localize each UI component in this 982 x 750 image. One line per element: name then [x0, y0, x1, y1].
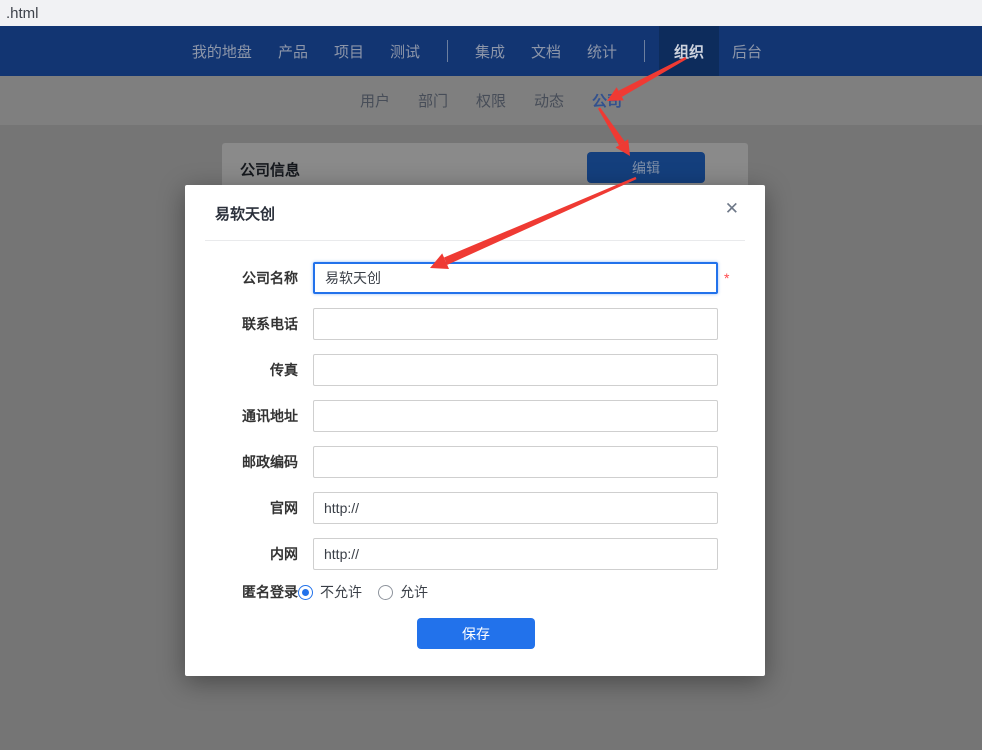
- nav-item-integration[interactable]: 集成: [462, 26, 518, 76]
- subnav-item-dept[interactable]: 部门: [404, 90, 462, 111]
- edit-button[interactable]: 编辑: [587, 152, 705, 183]
- nav-item-admin[interactable]: 后台: [719, 26, 775, 76]
- radio-icon: [298, 585, 313, 600]
- phone-label: 联系电话: [185, 314, 298, 334]
- intranet-input[interactable]: [313, 538, 718, 570]
- address-input[interactable]: [313, 400, 718, 432]
- screen: .html 我的地盘产品项目测试集成文档统计组织后台 用户部门权限动态公司 公司…: [0, 0, 982, 750]
- subnav-item-user[interactable]: 用户: [346, 90, 404, 111]
- modal-form: 公司名称 * 联系电话传真通讯地址邮政编码官网内网匿名登录 不允许 允许: [185, 185, 765, 676]
- address-label: 通讯地址: [185, 406, 298, 426]
- primary-nav: 我的地盘产品项目测试集成文档统计组织后台: [179, 26, 775, 76]
- nav-item-test[interactable]: 测试: [377, 26, 433, 76]
- intranet-label: 内网: [185, 544, 298, 564]
- radio-option-not-allow[interactable]: 不允许: [298, 582, 362, 602]
- required-asterisk: *: [724, 270, 729, 286]
- radio-label: 允许: [400, 582, 428, 602]
- secondary-navbar: 用户部门权限动态公司: [0, 76, 982, 125]
- website-label: 官网: [185, 498, 298, 518]
- nav-separator: [644, 40, 645, 62]
- phone-input[interactable]: [313, 308, 718, 340]
- guest-login-label: 匿名登录: [185, 582, 298, 602]
- zipcode-label: 邮政编码: [185, 452, 298, 472]
- form-row-website: 官网: [185, 485, 765, 531]
- radio-label: 不允许: [320, 582, 362, 602]
- company-name-input[interactable]: [313, 262, 718, 294]
- website-input[interactable]: [313, 492, 718, 524]
- form-row-guest-login: 匿名登录 不允许 允许: [185, 574, 765, 610]
- nav-item-my-space[interactable]: 我的地盘: [179, 26, 265, 76]
- form-row-phone: 联系电话: [185, 301, 765, 347]
- subnav-item-privilege[interactable]: 权限: [462, 90, 520, 111]
- form-row-intranet: 内网: [185, 531, 765, 577]
- form-row-fax: 传真: [185, 347, 765, 393]
- radio-icon: [378, 585, 393, 600]
- panel-title: 公司信息: [240, 159, 300, 180]
- subnav-item-dynamic[interactable]: 动态: [520, 90, 578, 111]
- browser-tab-title: .html: [6, 5, 39, 22]
- company-name-label: 公司名称: [185, 268, 298, 288]
- form-row-company-name: 公司名称 *: [185, 255, 765, 301]
- form-row-zipcode: 邮政编码: [185, 439, 765, 485]
- subnav-item-company[interactable]: 公司: [578, 90, 636, 111]
- browser-titlebar: .html: [0, 0, 982, 26]
- save-button[interactable]: 保存: [417, 618, 535, 649]
- nav-item-organization[interactable]: 组织: [659, 26, 719, 76]
- fax-label: 传真: [185, 360, 298, 380]
- zipcode-input[interactable]: [313, 446, 718, 478]
- nav-item-stats[interactable]: 统计: [574, 26, 630, 76]
- nav-item-doc[interactable]: 文档: [518, 26, 574, 76]
- nav-item-product[interactable]: 产品: [265, 26, 321, 76]
- nav-separator: [447, 40, 448, 62]
- primary-navbar: 我的地盘产品项目测试集成文档统计组织后台: [0, 26, 982, 76]
- nav-item-project[interactable]: 项目: [321, 26, 377, 76]
- fax-input[interactable]: [313, 354, 718, 386]
- radio-dot: [302, 589, 309, 596]
- company-edit-dialog: 易软天创 ✕ 公司名称*联系电话传真通讯地址邮政编码官网内网匿名登录不允许允许 …: [185, 185, 765, 676]
- radio-option-allow[interactable]: 允许: [378, 582, 428, 602]
- form-row-address: 通讯地址: [185, 393, 765, 439]
